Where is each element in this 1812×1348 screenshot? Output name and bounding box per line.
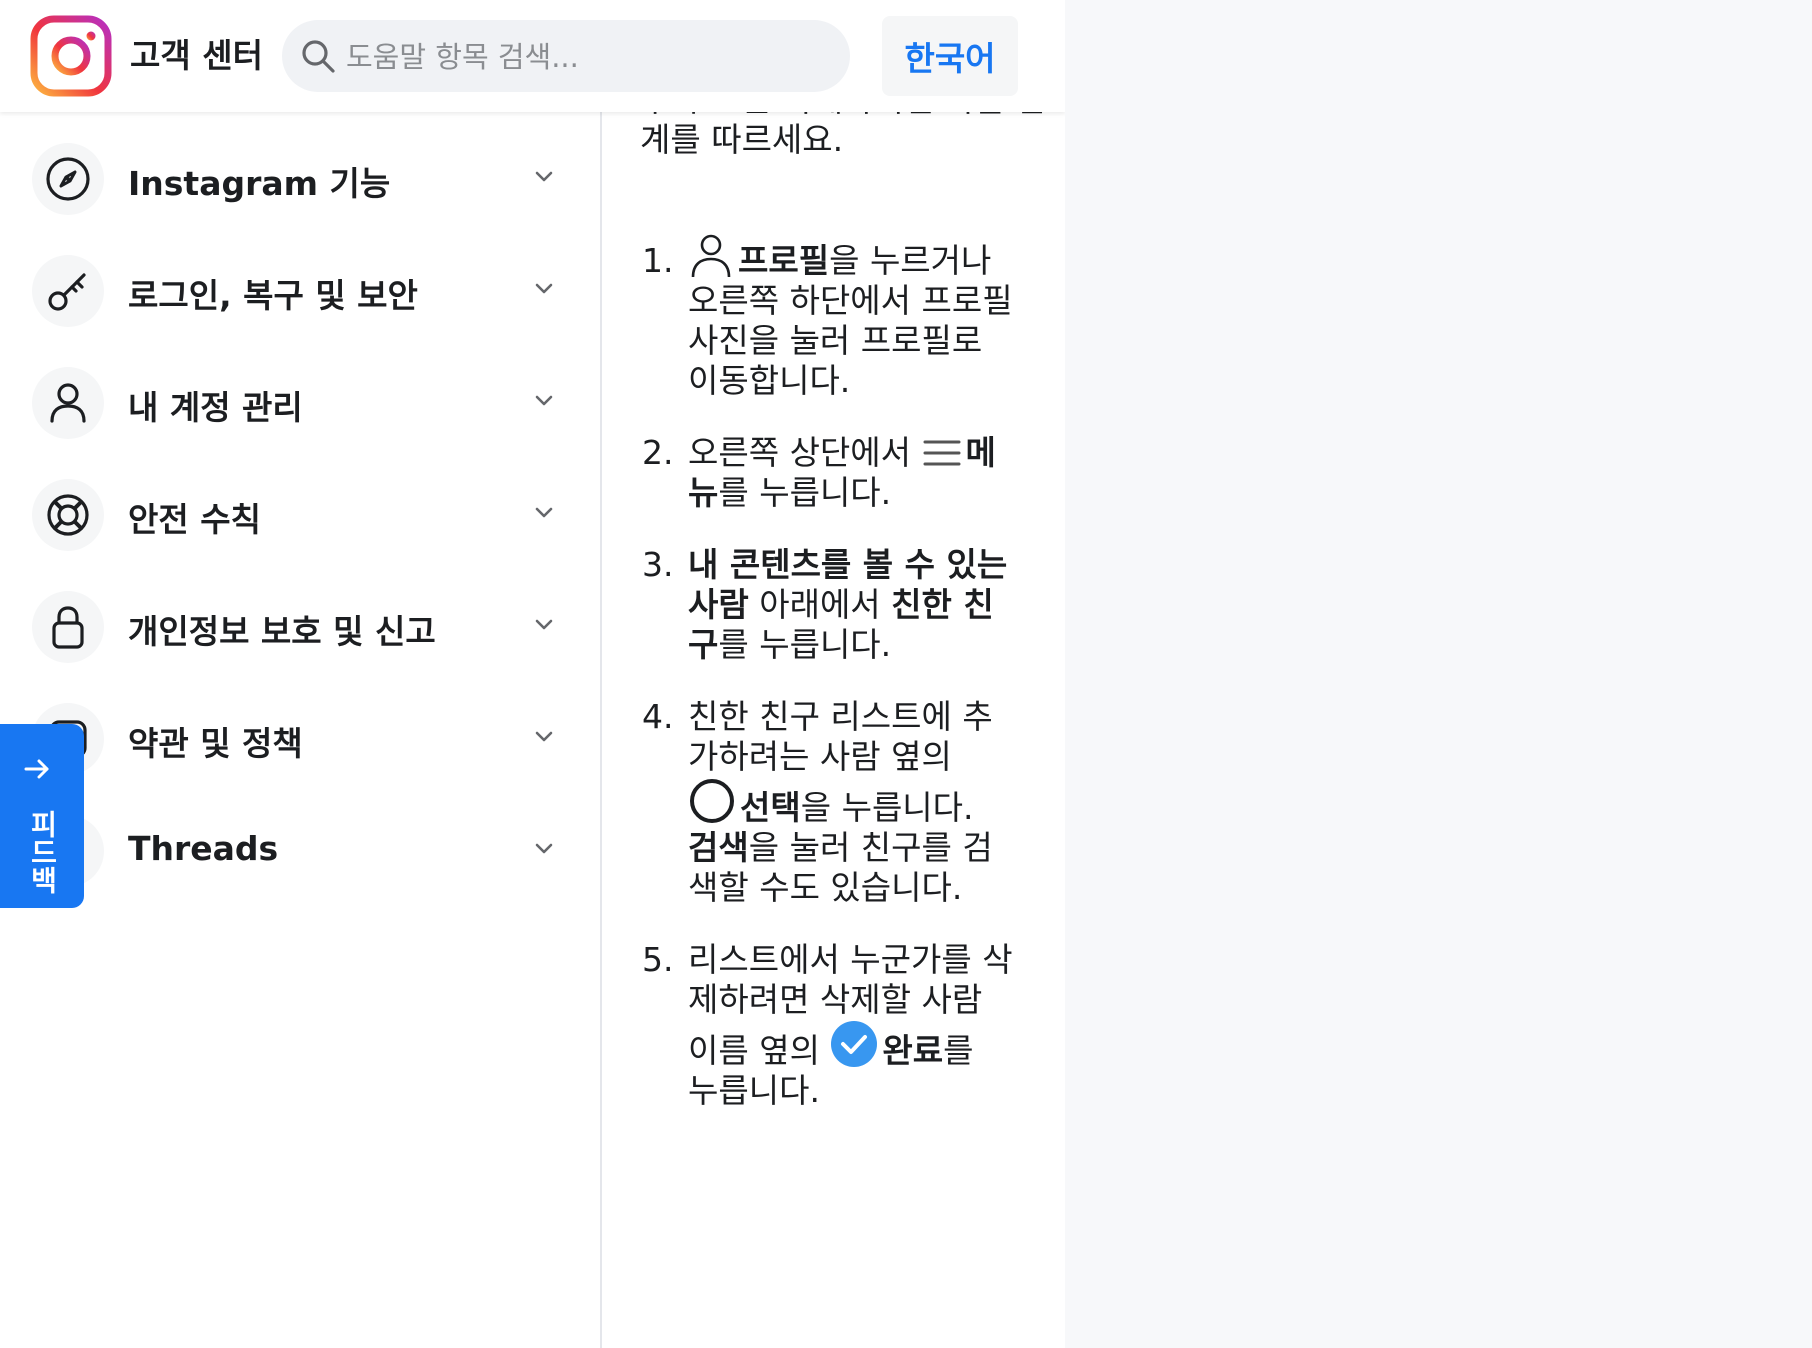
sidebar-item-terms-policies[interactable]: 약관 및 정책 — [32, 699, 572, 779]
help-center-page: 고객 센터 한국어 Instagram 기능 — [0, 0, 1065, 1348]
sidebar-item-label: 안전 수칙 — [128, 500, 261, 539]
feedback-label: 피드백 — [26, 810, 59, 894]
menu-icon — [923, 440, 960, 466]
sidebar-item-threads[interactable]: Threads — [32, 811, 572, 891]
sidebar-item-instagram-features[interactable]: Instagram 기능 — [32, 139, 572, 219]
sidebar-item-label: 로그인, 복구 및 보안 — [128, 276, 418, 315]
chevron-down-icon — [535, 171, 553, 182]
sidebar-item-safety-tips[interactable]: 안전 수칙 — [32, 475, 572, 555]
brand-title: 고객 센터 — [130, 36, 263, 75]
sidebar: Instagram 기능 로그인, 복구 및 보안 내 계정 관리 안전 수칙 … — [0, 112, 602, 1348]
compass-icon — [46, 157, 90, 201]
list-item: 프로필을 누르거나 오른쪽 하단에서 프로필 사진을 눌러 프로필로 이동합니다… — [684, 232, 1014, 401]
search-input[interactable] — [344, 20, 854, 94]
top-header: 고객 센터 한국어 — [0, 0, 1065, 112]
chevron-down-icon — [535, 283, 553, 294]
search-icon — [302, 40, 335, 73]
key-icon — [48, 273, 86, 311]
select-circle-icon — [690, 779, 734, 823]
sidebar-item-label: 개인정보 보호 및 신고 — [128, 612, 436, 651]
lifebuoy-icon — [47, 494, 89, 536]
list-item: 오른쪽 상단에서 메뉴를 누릅니다. — [684, 433, 1014, 513]
lock-icon — [52, 606, 84, 649]
list-item: 리스트에서 누군가를 삭제하려면 삭제할 사람 이름 옆의 완료를 누릅니다. — [684, 940, 1014, 1111]
language-button[interactable]: 한국어 — [882, 16, 1018, 96]
profile-icon — [691, 234, 731, 278]
person-icon — [50, 383, 86, 423]
list-item: 친한 친구 리스트에 추가하려는 사람 옆의 선택을 누릅니다. 검색을 눌러 … — [684, 697, 1014, 908]
sidebar-item-label: 내 계정 관리 — [128, 388, 303, 427]
chevron-down-icon — [535, 619, 553, 630]
search-bar[interactable] — [282, 20, 854, 94]
list-item: 내 콘텐츠를 볼 수 있는 사람 아래에서 친한 친구를 누릅니다. — [684, 545, 1014, 665]
check-circle-icon — [831, 1021, 878, 1067]
chevron-down-icon — [535, 731, 553, 742]
chevron-down-icon — [535, 507, 553, 518]
chevron-down-icon — [535, 395, 553, 406]
feedback-button[interactable]: 피드백 — [0, 724, 84, 908]
sidebar-item-privacy-reporting[interactable]: 개인정보 보호 및 신고 — [32, 587, 572, 667]
sidebar-item-label: Instagram 기능 — [128, 164, 391, 203]
sidebar-item-login-recovery-security[interactable]: 로그인, 복구 및 보안 — [32, 251, 572, 331]
sidebar-item-manage-account[interactable]: 내 계정 관리 — [32, 363, 572, 443]
article-content: 추가 또는 삭제하려면 다음 단계를 따르세요. 프로필을 누르거나 오른쪽 하… — [620, 0, 1065, 1348]
sidebar-item-label: Threads — [128, 829, 279, 868]
sidebar-item-label: 약관 및 정책 — [128, 724, 303, 763]
chevron-down-icon — [535, 843, 553, 854]
instagram-logo-icon[interactable] — [30, 15, 112, 97]
arrow-right-icon — [24, 759, 49, 779]
steps-list: 프로필을 누르거나 오른쪽 하단에서 프로필 사진을 눌러 프로필로 이동합니다… — [640, 232, 1014, 1143]
